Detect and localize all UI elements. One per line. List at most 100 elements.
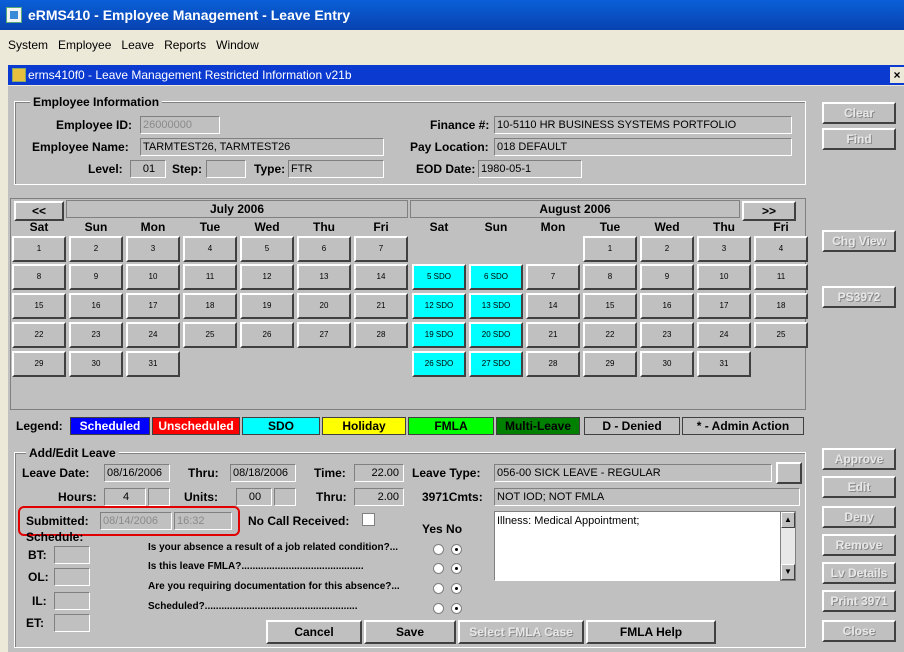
calendar-day-july[interactable]: 3: [126, 236, 180, 262]
calendar-day-aug[interactable]: 12 SDO: [412, 293, 466, 319]
units-extra-field[interactable]: [274, 488, 296, 506]
clear-button[interactable]: Clear: [822, 102, 896, 124]
calendar-day-july[interactable]: 19: [240, 293, 294, 319]
cancel-button[interactable]: Cancel: [266, 620, 362, 644]
calendar-day-aug[interactable]: 20 SDO: [469, 322, 523, 348]
next-month-button[interactable]: >>: [742, 201, 796, 221]
leave-type-field[interactable]: 056-00 SICK LEAVE - REGULAR: [494, 464, 772, 482]
calendar-day-july[interactable]: 7: [354, 236, 408, 262]
chg-view-button[interactable]: Chg View: [822, 230, 896, 252]
calendar-day-aug[interactable]: 24: [697, 322, 751, 348]
calendar-day-aug[interactable]: 25: [754, 322, 808, 348]
calendar-day-july[interactable]: 27: [297, 322, 351, 348]
deny-button[interactable]: Deny: [822, 506, 896, 528]
scheduled-no-radio[interactable]: [451, 603, 462, 614]
menu-system[interactable]: System: [6, 38, 50, 52]
pay-location-field[interactable]: 018 DEFAULT: [494, 138, 792, 156]
calendar-day-aug[interactable]: 5 SDO: [412, 264, 466, 290]
close-icon[interactable]: ×: [890, 67, 904, 83]
close-button[interactable]: Close: [822, 620, 896, 642]
job-related-yes-radio[interactable]: [433, 544, 444, 555]
calendar-day-july[interactable]: 5: [240, 236, 294, 262]
calendar-day-july[interactable]: 2: [69, 236, 123, 262]
calendar-day-july[interactable]: 12: [240, 264, 294, 290]
calendar-day-aug[interactable]: 8: [583, 264, 637, 290]
il-field[interactable]: [54, 592, 90, 610]
calendar-day-july[interactable]: 23: [69, 322, 123, 348]
calendar-day-aug[interactable]: 10: [697, 264, 751, 290]
lv-details-button[interactable]: Lv Details: [822, 562, 896, 584]
calendar-day-july[interactable]: 4: [183, 236, 237, 262]
calendar-day-july[interactable]: 15: [12, 293, 66, 319]
calendar-day-july[interactable]: 6: [297, 236, 351, 262]
calendar-day-aug[interactable]: 7: [526, 264, 580, 290]
calendar-day-july[interactable]: 14: [354, 264, 408, 290]
calendar-day-july[interactable]: 16: [69, 293, 123, 319]
documentation-yes-radio[interactable]: [433, 583, 444, 594]
calendar-day-aug[interactable]: 26 SDO: [412, 351, 466, 377]
documentation-no-radio[interactable]: [451, 583, 462, 594]
calendar-day-july[interactable]: 13: [297, 264, 351, 290]
fmla-yes-radio[interactable]: [433, 563, 444, 574]
calendar-day-aug[interactable]: 3: [697, 236, 751, 262]
calendar-day-july[interactable]: 26: [240, 322, 294, 348]
type-field[interactable]: FTR: [288, 160, 384, 178]
employee-id-field[interactable]: 26000000: [140, 116, 220, 134]
step-field[interactable]: [206, 160, 246, 178]
scroll-down-icon[interactable]: ▼: [781, 564, 795, 580]
calendar-day-july[interactable]: 24: [126, 322, 180, 348]
calendar-day-aug[interactable]: 29: [583, 351, 637, 377]
no-call-checkbox[interactable]: [362, 513, 375, 526]
calendar-day-july[interactable]: 17: [126, 293, 180, 319]
calendar-day-aug[interactable]: 4: [754, 236, 808, 262]
leave-date-field[interactable]: 08/16/2006: [104, 464, 170, 482]
hours-extra-field[interactable]: [148, 488, 170, 506]
calendar-day-july[interactable]: 22: [12, 322, 66, 348]
calendar-day-aug[interactable]: 18: [754, 293, 808, 319]
find-button[interactable]: Find: [822, 128, 896, 150]
calendar-day-aug[interactable]: 9: [640, 264, 694, 290]
employee-name-field[interactable]: TARMTEST26, TARMTEST26: [140, 138, 384, 156]
calendar-day-july[interactable]: 20: [297, 293, 351, 319]
menu-window[interactable]: Window: [214, 38, 261, 52]
thru-time-field[interactable]: 2.00: [354, 488, 404, 506]
fmla-no-radio[interactable]: [451, 563, 462, 574]
fmla-help-button[interactable]: FMLA Help: [586, 620, 716, 644]
calendar-day-july[interactable]: 11: [183, 264, 237, 290]
calendar-day-aug[interactable]: 17: [697, 293, 751, 319]
thru-date-field[interactable]: 08/18/2006: [230, 464, 296, 482]
finance-field[interactable]: 10-5110 HR BUSINESS SYSTEMS PORTFOLIO: [494, 116, 792, 134]
calendar-day-july[interactable]: 29: [12, 351, 66, 377]
prev-month-button[interactable]: <<: [14, 201, 64, 221]
calendar-day-july[interactable]: 10: [126, 264, 180, 290]
scroll-up-icon[interactable]: ▲: [781, 512, 795, 528]
print-3971-button[interactable]: Print 3971: [822, 590, 896, 612]
edit-button[interactable]: Edit: [822, 476, 896, 498]
submitted-time-field[interactable]: 16:32: [174, 512, 232, 530]
calendar-day-july[interactable]: 30: [69, 351, 123, 377]
calendar-day-aug[interactable]: 31: [697, 351, 751, 377]
remove-button[interactable]: Remove: [822, 534, 896, 556]
calendar-day-aug[interactable]: 2: [640, 236, 694, 262]
submitted-date-field[interactable]: 08/14/2006: [100, 512, 172, 530]
ol-field[interactable]: [54, 568, 90, 586]
calendar-day-aug[interactable]: 11: [754, 264, 808, 290]
hours-field[interactable]: 4: [104, 488, 146, 506]
eod-date-field[interactable]: 1980-05-1: [478, 160, 582, 178]
job-related-no-radio[interactable]: [451, 544, 462, 555]
calendar-day-aug[interactable]: 13 SDO: [469, 293, 523, 319]
calendar-day-july[interactable]: 21: [354, 293, 408, 319]
calendar-day-july[interactable]: 18: [183, 293, 237, 319]
menu-reports[interactable]: Reports: [162, 38, 208, 52]
calendar-day-july[interactable]: 1: [12, 236, 66, 262]
bt-field[interactable]: [54, 546, 90, 564]
units-field[interactable]: 00: [236, 488, 272, 506]
select-fmla-case-button[interactable]: Select FMLA Case: [458, 620, 584, 644]
calendar-day-aug[interactable]: 15: [583, 293, 637, 319]
time-field[interactable]: 22.00: [354, 464, 404, 482]
save-button[interactable]: Save: [364, 620, 456, 644]
remarks-textarea[interactable]: Illness: Medical Appointment;: [494, 511, 796, 581]
menu-employee[interactable]: Employee: [56, 38, 113, 52]
calendar-day-aug[interactable]: 19 SDO: [412, 322, 466, 348]
calendar-day-aug[interactable]: 23: [640, 322, 694, 348]
